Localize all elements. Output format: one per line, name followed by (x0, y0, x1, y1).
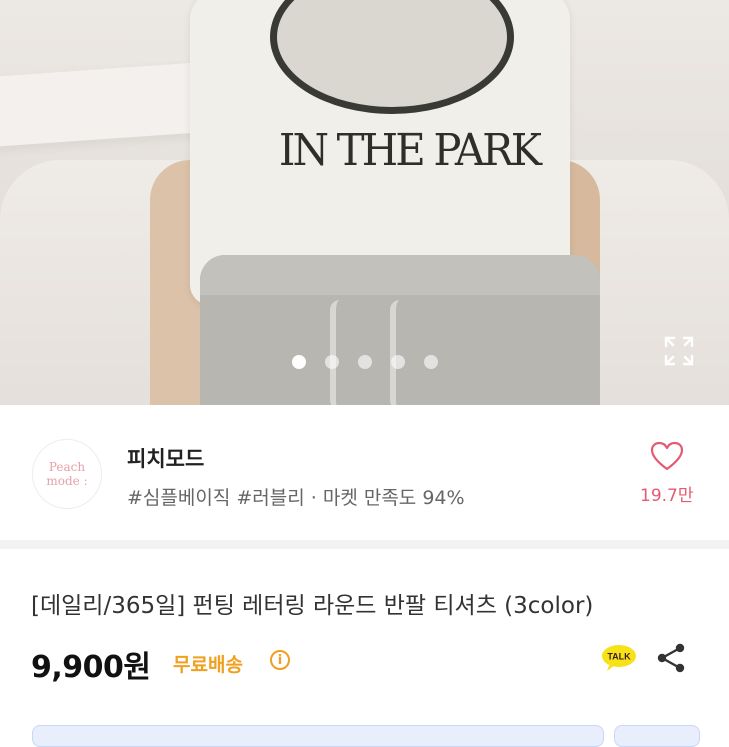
gallery-dot[interactable] (358, 355, 372, 369)
product-price: 9,900원 (31, 650, 151, 685)
product-title: [데일리/365일] 펀팅 레터링 라운드 반팔 티셔츠 (3color) (31, 593, 594, 619)
shop-logo-line2: mode : (46, 474, 88, 488)
photo-drawstring (390, 300, 416, 405)
shop-logo[interactable]: Peach mode : (32, 439, 102, 509)
gallery-dot[interactable] (424, 355, 438, 369)
shop-info-section: Peach mode : 피치모드 #심플베이직 #러블리 · 마켓 만족도 9… (0, 405, 729, 549)
gallery-dot[interactable] (292, 355, 306, 369)
gallery-dot[interactable] (325, 355, 339, 369)
photo-waistband (200, 255, 600, 295)
product-image-gallery[interactable]: IN THE PARK (0, 0, 729, 405)
share-icon[interactable] (656, 642, 686, 674)
info-icon[interactable]: i (270, 650, 290, 670)
heart-icon[interactable] (650, 441, 684, 471)
shop-name[interactable]: 피치모드 (127, 443, 204, 473)
free-shipping-label: 무료배송 (173, 654, 243, 676)
shirt-print-text: IN THE PARK (278, 125, 542, 176)
expand-icon[interactable] (664, 336, 694, 366)
option-button[interactable] (32, 725, 604, 747)
shop-logo-line1: Peach (48, 460, 86, 474)
gallery-dot[interactable] (391, 355, 405, 369)
product-info-section: [데일리/365일] 펀팅 레터링 라운드 반팔 티셔츠 (3color) 9,… (0, 549, 729, 747)
photo-drawstring (330, 300, 356, 405)
like-count: 19.7만 (640, 486, 694, 506)
gallery-pagination (292, 355, 438, 369)
shop-tags: #심플베이직 #러블리 · 마켓 만족도 94% (127, 487, 465, 509)
secondary-button[interactable] (614, 725, 700, 747)
kakao-talk-label: TALK (607, 652, 631, 662)
kakao-talk-icon[interactable]: TALK (601, 644, 637, 672)
